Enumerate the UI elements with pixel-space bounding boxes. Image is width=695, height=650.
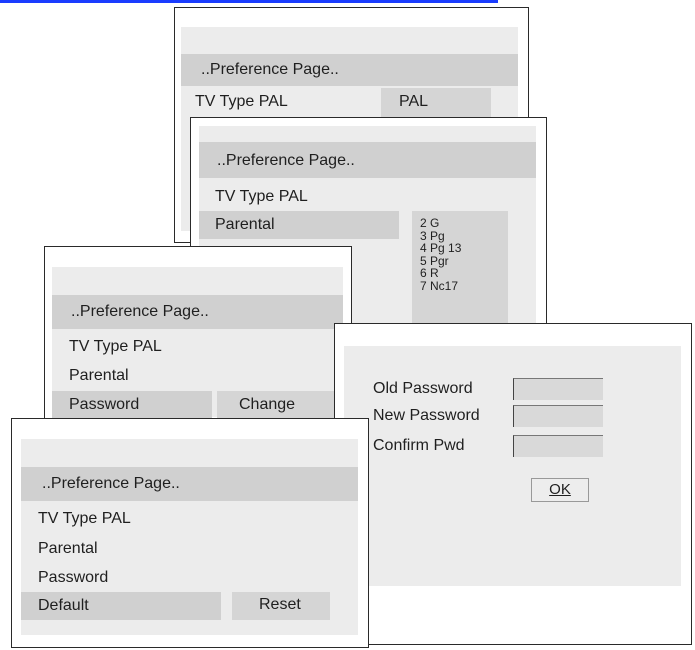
ok-button[interactable]: OK [531, 478, 589, 502]
new-password-label: New Password [373, 407, 480, 424]
password-dialog: Old Password New Password Confirm Pwd OK [334, 323, 692, 645]
parental-option[interactable]: 4 Pg 13 [420, 242, 508, 255]
parental-option[interactable]: 6 R [420, 267, 508, 280]
page-title: ..Preference Page.. [217, 152, 355, 169]
top-blue-line [0, 0, 498, 3]
old-password-field[interactable] [513, 378, 603, 400]
password-label[interactable]: Password [38, 570, 108, 586]
reset-option[interactable]: Reset [259, 597, 301, 613]
old-password-label: Old Password [373, 380, 473, 397]
default-label[interactable]: Default [38, 598, 89, 614]
parental-options-list[interactable]: 2 G 3 Pg 4 Pg 13 5 Pgr 6 R 7 Nc17 [412, 211, 508, 331]
tv-type-label[interactable]: TV Type PAL [215, 189, 308, 205]
password-label[interactable]: Password [69, 397, 139, 413]
parental-option[interactable]: 2 G [420, 217, 508, 230]
tv-type-label[interactable]: TV Type PAL [38, 511, 131, 527]
parental-label[interactable]: Parental [69, 368, 129, 384]
password-panel: ..Preference Page.. TV Type PAL Parental… [44, 246, 352, 426]
parental-label[interactable]: Parental [38, 541, 98, 557]
page-title: ..Preference Page.. [201, 61, 339, 78]
page-title: ..Preference Page.. [71, 303, 209, 320]
new-password-field[interactable] [513, 405, 603, 427]
tv-type-option[interactable]: PAL [399, 94, 428, 110]
confirm-password-field[interactable] [513, 435, 603, 457]
tv-type-option-box[interactable] [381, 88, 491, 120]
parental-label[interactable]: Parental [215, 217, 275, 233]
confirm-password-label: Confirm Pwd [373, 437, 465, 454]
page-title: ..Preference Page.. [42, 475, 180, 492]
tv-type-label[interactable]: TV Type PAL [195, 94, 288, 110]
change-option[interactable]: Change [239, 397, 295, 413]
default-panel: ..Preference Page.. TV Type PAL Parental… [11, 418, 369, 648]
parental-option[interactable]: 7 Nc17 [420, 279, 508, 293]
tv-type-label[interactable]: TV Type PAL [69, 339, 162, 355]
